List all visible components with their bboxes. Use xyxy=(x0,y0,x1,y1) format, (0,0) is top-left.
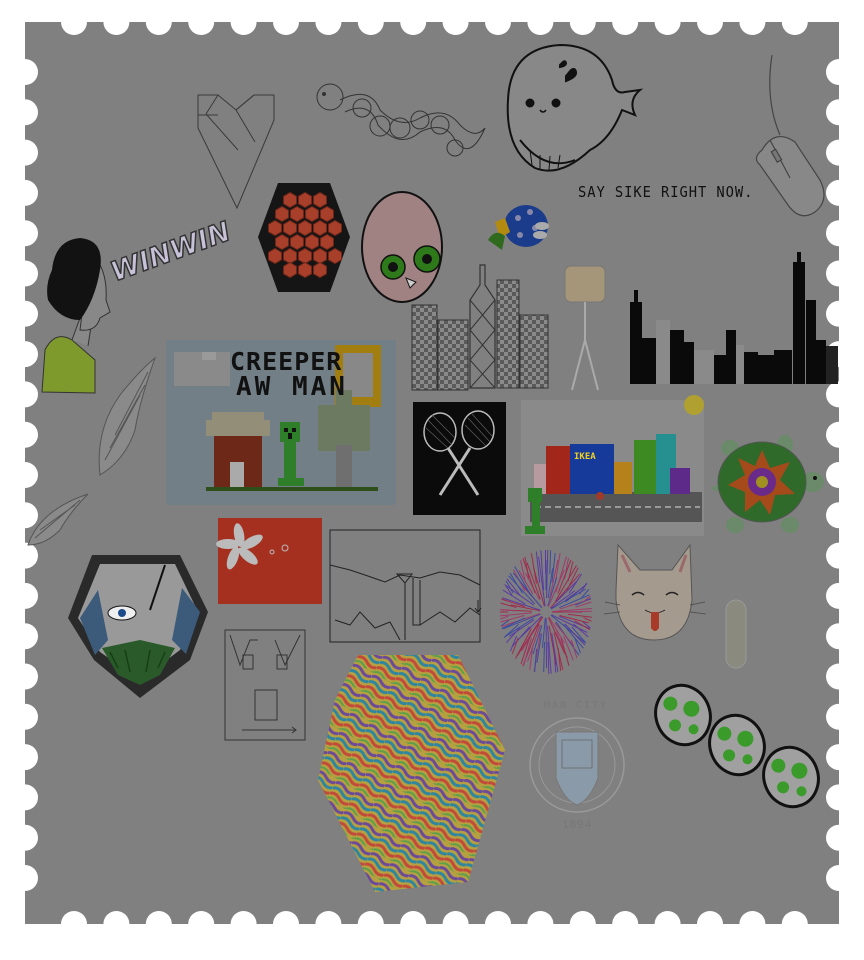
creeper-text-line2: AW MAN xyxy=(236,372,348,402)
say-sike-text: SAY SIKE RIGHT NOW. xyxy=(578,183,754,201)
postage-stamp xyxy=(12,9,852,937)
capsule-shape xyxy=(725,599,747,669)
man-city-year: 1894 xyxy=(562,818,593,831)
pink-bird-face xyxy=(361,191,443,303)
man-city-text: MAN CITY xyxy=(544,700,609,711)
hong-kong-flag xyxy=(216,518,322,604)
badminton-rackets xyxy=(413,402,506,515)
ikea-text: IKEA xyxy=(574,452,596,462)
ikea-buildings xyxy=(521,395,704,536)
